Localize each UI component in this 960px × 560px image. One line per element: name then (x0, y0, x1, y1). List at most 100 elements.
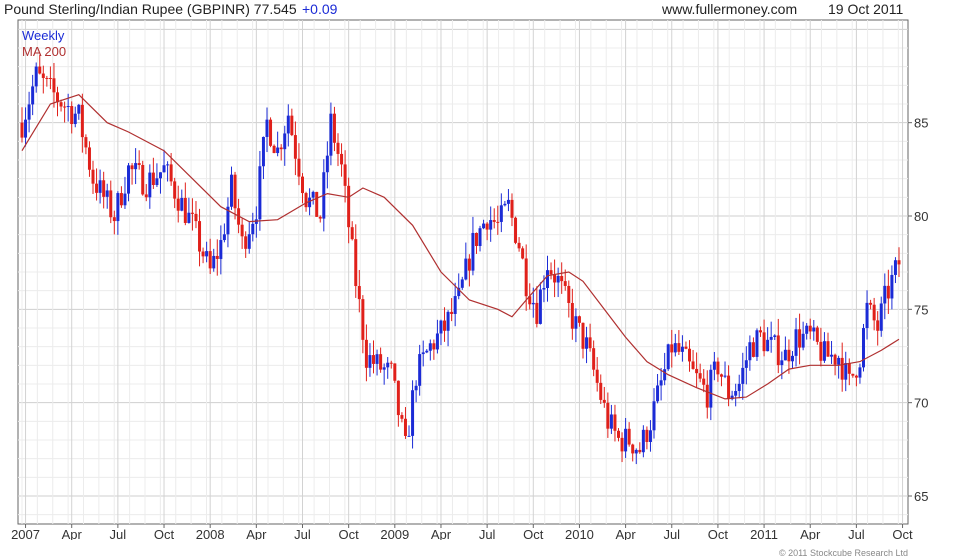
candle-down (450, 311, 454, 314)
candle-down (702, 378, 706, 385)
candle-down (208, 251, 212, 269)
candle-down (95, 183, 99, 193)
candle-down (130, 165, 134, 170)
candle-down (443, 320, 447, 331)
candle-down (577, 316, 581, 323)
candle-up (439, 320, 443, 334)
candle-down (300, 176, 304, 194)
candle-up (506, 199, 510, 204)
candle-down (318, 216, 322, 219)
candle-up (709, 369, 713, 408)
candle-up (229, 174, 233, 207)
candle-down (112, 217, 116, 222)
candle-down (474, 232, 478, 247)
candle-up (414, 385, 418, 391)
candle-down (492, 220, 496, 222)
candle-up (822, 341, 826, 361)
candle-up (812, 327, 816, 332)
candle-down (691, 361, 695, 369)
x-tick-label: 2010 (565, 527, 594, 540)
candle-down (70, 106, 74, 125)
y-tick-label: 85 (914, 116, 928, 131)
candle-down (102, 180, 106, 197)
candle-up (656, 385, 660, 402)
legend-ma-200: MA 200 (22, 44, 66, 59)
candle-down (45, 77, 49, 79)
candle-down (269, 119, 273, 146)
candle-down (869, 302, 873, 305)
y-axis: 65 70 75 80 85 (908, 116, 928, 504)
candle-down (389, 362, 393, 364)
x-tick-label: Apr (62, 527, 83, 540)
candle-up (769, 336, 773, 340)
candle-down (357, 286, 361, 300)
candle-down (361, 299, 365, 340)
candle-down (198, 221, 202, 252)
candle-down (645, 429, 649, 442)
candle-down (677, 343, 681, 352)
candle-up (258, 166, 262, 220)
candle-up (261, 136, 265, 167)
candle-up (830, 354, 834, 357)
candle-down (364, 339, 368, 368)
candle-up (766, 339, 770, 352)
candle-down (872, 304, 876, 321)
candle-up (666, 344, 670, 370)
candle-down (304, 193, 308, 208)
candle-down (535, 302, 539, 324)
candle-down (762, 332, 766, 352)
candle-up (531, 302, 535, 305)
candle-down (851, 373, 855, 376)
candle-up (734, 391, 738, 396)
candle-down (379, 354, 383, 370)
candle-up (585, 337, 589, 349)
candle-down (173, 181, 177, 199)
candle-up (837, 357, 841, 365)
x-tick-label: Jul (663, 527, 680, 540)
candle-up (641, 429, 645, 453)
candle-up (712, 361, 716, 370)
candle-down (798, 329, 802, 348)
candle-down (620, 437, 624, 452)
candle-down (244, 236, 248, 249)
x-tick-label: Apr (800, 527, 821, 540)
candle-down (91, 169, 95, 184)
candle-up (624, 428, 628, 452)
candle-down (716, 361, 720, 375)
candle-up (556, 276, 560, 283)
candle-down (819, 341, 823, 361)
candle-up (499, 205, 503, 222)
candle-up (773, 335, 777, 337)
candle-up (538, 289, 542, 324)
candle-down (808, 325, 812, 332)
candle-down (347, 185, 351, 228)
candle-up (780, 360, 784, 366)
candle-down (815, 327, 819, 342)
candle-up (446, 311, 450, 331)
candle-up (116, 193, 120, 222)
candle-up (158, 172, 162, 179)
candle-down (137, 163, 141, 165)
candle-up (205, 251, 209, 257)
candle-down (467, 258, 471, 271)
candle-down (751, 342, 755, 357)
candle-up (31, 86, 35, 105)
candle-up (134, 163, 138, 170)
candle-down (684, 346, 688, 349)
candle-down (52, 78, 56, 93)
candle-up (783, 349, 787, 361)
candle-down (393, 363, 397, 381)
candle-up (879, 303, 883, 331)
candle-down (109, 190, 113, 218)
candle-down (400, 415, 404, 419)
candle-down (613, 414, 617, 431)
candle-down (340, 153, 344, 165)
candle-up (659, 380, 663, 386)
candle-up (545, 270, 549, 288)
price-chart: 6570758085 2007 Apr Jul Oct 2008 Apr Jul Oct 200… (11, 19, 928, 540)
candle-up (755, 330, 759, 357)
candle-down (20, 122, 24, 138)
candle-up (251, 223, 255, 235)
x-tick-label: Oct (154, 527, 175, 540)
candle-down (833, 354, 837, 365)
